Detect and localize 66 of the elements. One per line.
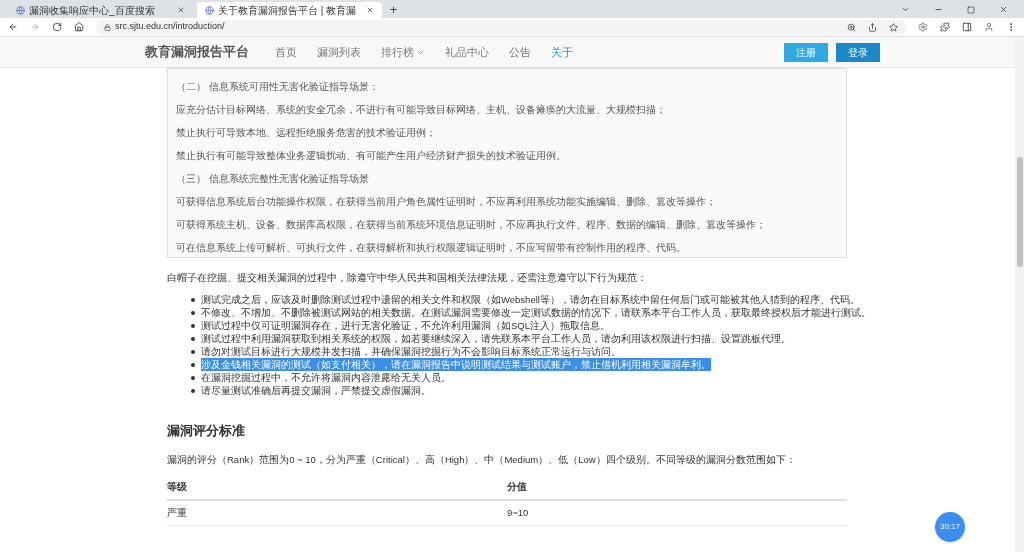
column-header: 等级 <box>167 479 188 494</box>
register-button[interactable]: 注册 <box>784 42 828 62</box>
star-icon[interactable] <box>889 22 898 32</box>
document-line: 可在信息系统上传可解析、可执行文件，在获得解析和执行权限逻辑证明时，不应写留带有控制作用的程序、代码。 <box>176 242 687 253</box>
rule-text: 请尽量测试准确后再提交漏洞，严禁提交虚假漏洞。 <box>201 384 431 397</box>
nav-link[interactable]: 首页 <box>275 43 297 61</box>
login-button[interactable]: 登录 <box>836 42 880 62</box>
nav-link[interactable]: 礼品中心 <box>445 43 489 61</box>
globe-icon <box>16 5 25 15</box>
home-icon[interactable] <box>74 22 84 32</box>
column-header: 分值 <box>507 479 528 494</box>
rule-text: 不修改、不增加、不删除被测试网站的相关数据。在测试漏洞需要修改一定测试数据的情况下，请联系本平台工作人员，获取最终授权后才能进行测试。 <box>201 306 871 319</box>
globe-icon <box>205 5 214 15</box>
gear-icon[interactable] <box>918 22 928 32</box>
browser-tab[interactable]: 关于教育漏洞报告平台 | 教育漏 <box>197 2 382 18</box>
section-heading: 漏洞评分标准 <box>167 422 246 440</box>
nav-link[interactable]: 漏洞列表 <box>317 43 361 61</box>
rule-text: 在漏洞挖掘过程中，不允许将漏洞内容泄露给无关人员。 <box>201 371 451 384</box>
bullet-icon <box>191 388 195 393</box>
document-line: （二） 信息系统可用性无害化验证指导场景： <box>176 81 380 92</box>
table-cell-text: 严重 <box>167 506 188 520</box>
back-icon[interactable] <box>8 22 18 32</box>
site-brand[interactable]: 教育漏洞报告平台 <box>145 42 249 62</box>
section-description: 漏洞的评分（Rank）范围为0 ~ 10，分为严重（Critical）、高（High）、中（Medium）、低（Low）四个级别。不同等级的漏洞分数范围如下： <box>167 452 797 467</box>
timer-badge[interactable]: 30:17 <box>935 512 965 542</box>
address-bar[interactable]: src.sjtu.edu.cn/introduction/ <box>96 19 906 35</box>
restore-icon[interactable] <box>967 6 975 14</box>
document-line: 禁止执行有可能导致整体业务逻辑扰动、有可能产生用户经济财产损失的技术验证用例。 <box>176 150 567 161</box>
new-tab-button[interactable]: + <box>386 2 401 18</box>
bullet-icon <box>191 349 195 354</box>
tab-title: 关于教育漏洞报告平台 | 教育漏 <box>218 3 358 18</box>
document-line: 可获得信息系统后台功能操作权限，在获得当前用户角色属性证明时，不应再利用系统功能实施编辑、删除、篡改等操作； <box>176 196 717 207</box>
side-panel-icon[interactable] <box>962 22 972 32</box>
extensions-icon[interactable] <box>940 22 950 32</box>
rule-text: 测试完成之后，应该及时删除测试过程中遗留的相关文件和权限（如Webshell等），请勿在目标系统中留任何后门或可能被其他人猜到的程序、代码。 <box>201 293 860 306</box>
bullet-icon <box>191 336 195 341</box>
rule-text: 请勿对测试目标进行大规模并发扫描，并确保漏洞挖掘行为不会影响目标系统正常运行与访问。 <box>201 345 621 358</box>
url-text: src.sjtu.edu.cn/introduction/ <box>115 20 225 34</box>
document-line: 禁止执行可导致本地、远程拒绝服务危害的技术验证用例； <box>176 127 437 138</box>
document-line: 可获得系统主机、设备、数据库高权限，在获得当前系统环境信息证明时，不应再执行文件、程序、数据的编辑、删除、篡改等操作； <box>176 219 767 230</box>
profile-icon[interactable] <box>984 22 994 32</box>
tab-title: 漏洞收集响应中心_百度搜索 <box>29 3 156 18</box>
bullet-icon <box>191 362 195 367</box>
close-icon[interactable] <box>177 6 185 14</box>
rule-text: 涉及金钱相关漏洞的测试（如支付相关），请在漏洞报告中说明测试结果与测试账户，禁止借机利用相关漏洞牟利。 <box>201 358 711 371</box>
nav-link[interactable]: 关于 <box>551 43 573 61</box>
share-icon[interactable] <box>868 22 877 32</box>
nav-link[interactable]: 公告 <box>509 43 531 61</box>
chevron-icon[interactable] <box>901 5 910 14</box>
reload-icon[interactable] <box>52 22 62 32</box>
intro-text: 白帽子在挖掘、提交相关漏洞的过程中，除遵守中华人民共和国相关法律法规，还需注意遵守以下行为规范： <box>167 271 648 285</box>
nav-link[interactable]: 排行榜 <box>381 43 425 61</box>
browser-tab[interactable]: 漏洞收集响应中心_百度搜索 <box>8 2 193 18</box>
bullet-icon <box>191 323 195 328</box>
rule-text: 测试过程中仅可证明漏洞存在，进行无害化验证，不允许利用漏洞（如SQL注入）拖取信息。 <box>201 319 610 332</box>
document-line: 应充分估计目标网络、系统的安全冗余，不进行有可能导致目标网络、主机、设备瘫痪的大流量、大规模扫描； <box>176 104 667 115</box>
bullet-icon <box>191 310 195 315</box>
close-icon[interactable] <box>999 5 1008 14</box>
lock-icon <box>104 23 111 31</box>
document-line: （三） 信息系统完整性无害化验证指导场景 <box>176 173 370 184</box>
bullet-icon <box>191 297 195 302</box>
bullet-icon <box>191 375 195 380</box>
close-icon[interactable] <box>366 6 374 14</box>
rule-text: 测试过程中利用漏洞获取到相关系统的权限，如若要继续深入，请先联系本平台工作人员，请勿利用该权限进行扫描、设置跳板代理。 <box>201 332 791 345</box>
zoom-icon[interactable] <box>847 22 856 32</box>
table-cell-text: 9~10 <box>507 506 530 520</box>
